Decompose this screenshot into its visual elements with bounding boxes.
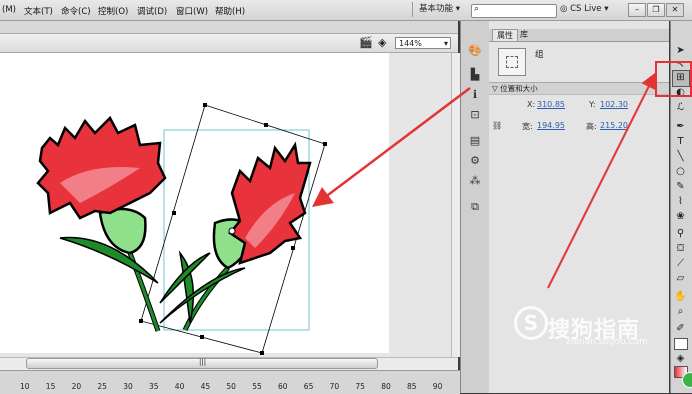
arrow-to-tool xyxy=(547,72,656,289)
watermark-url: zhinan.sogou.com xyxy=(566,337,648,347)
watermark-logo: S xyxy=(514,306,548,340)
arrow-to-flower xyxy=(312,87,471,208)
